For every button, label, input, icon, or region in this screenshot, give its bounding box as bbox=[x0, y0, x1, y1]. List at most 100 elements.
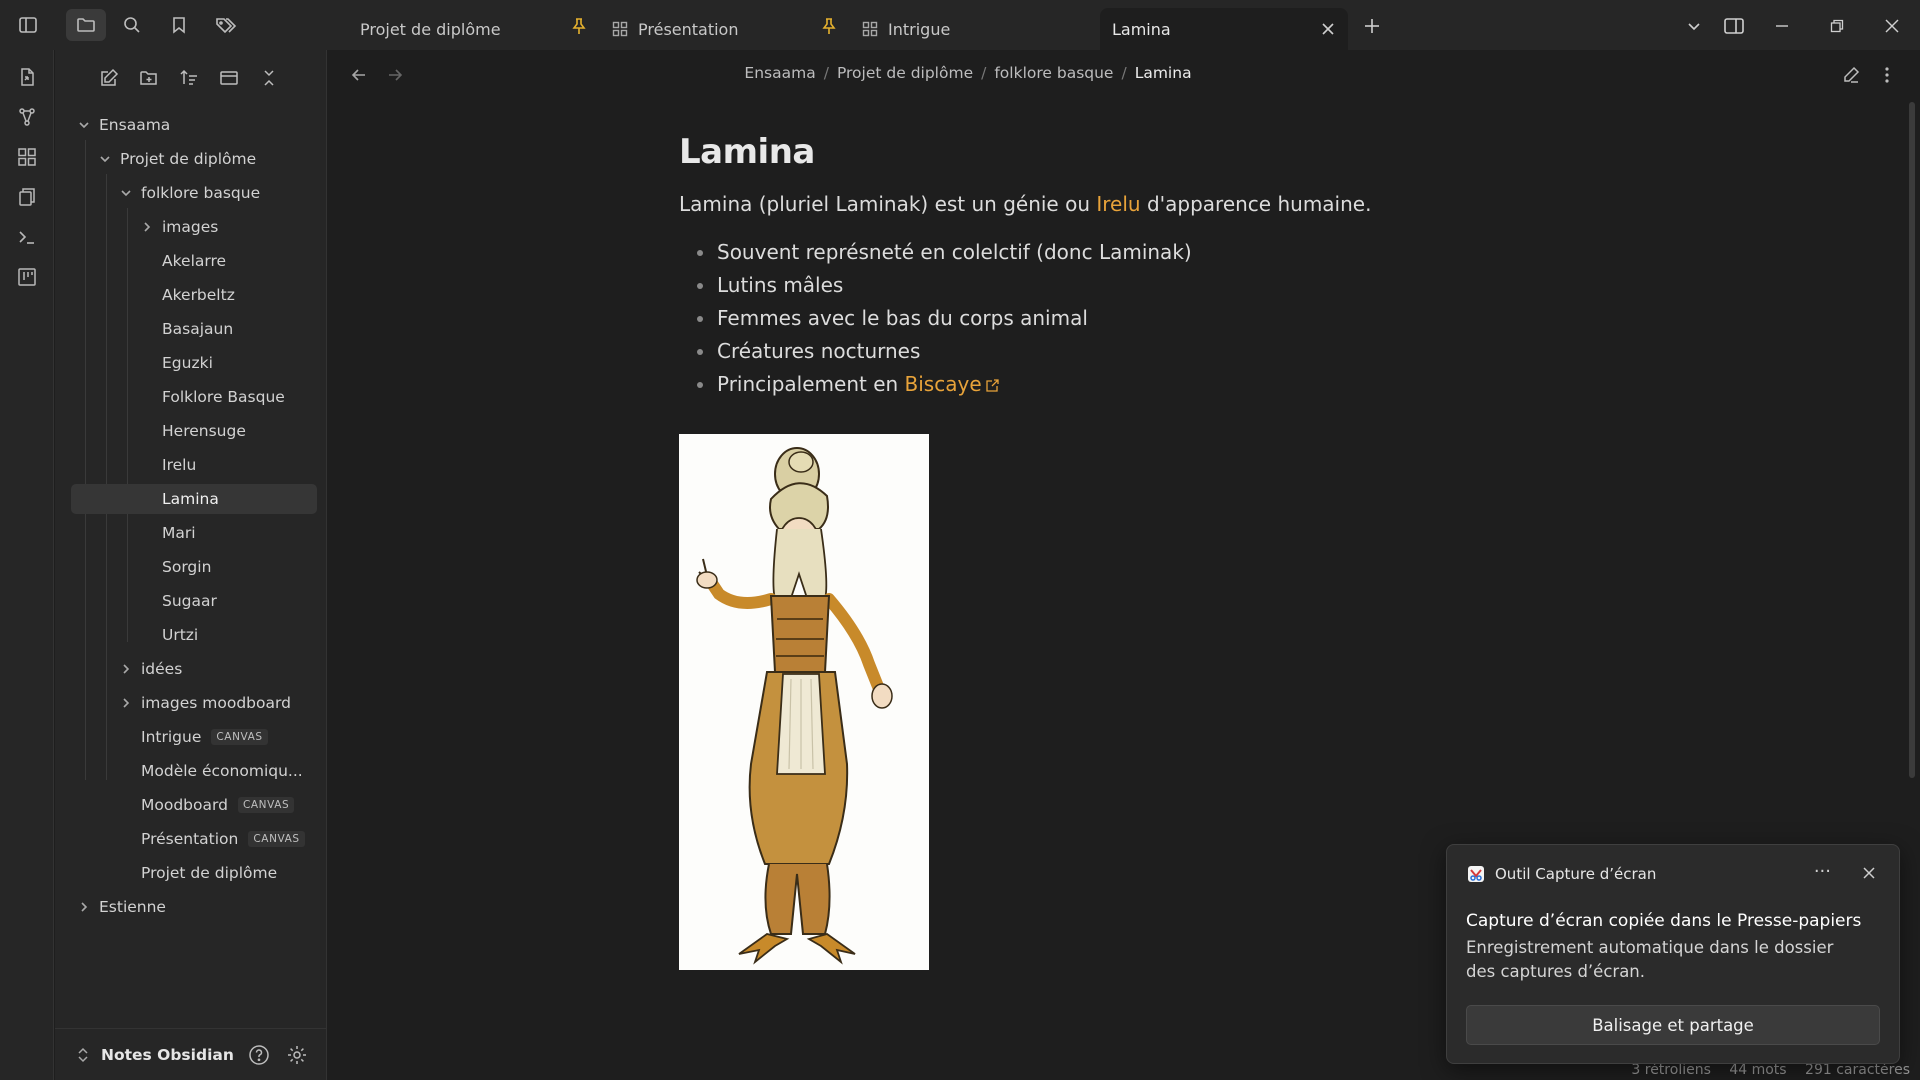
tree-file[interactable]: Akelarre bbox=[162, 246, 317, 276]
toast-title: Capture d’écran copiée dans le Presse-pa… bbox=[1466, 911, 1862, 931]
tree-folder-estienne[interactable]: Estienne bbox=[77, 892, 317, 922]
graph-view-icon[interactable] bbox=[14, 104, 40, 130]
tree-file[interactable]: Sugaar bbox=[162, 586, 317, 616]
chevron-down-icon bbox=[121, 190, 131, 197]
note-title: Lamina bbox=[679, 132, 815, 172]
tree-label: Eguzki bbox=[162, 354, 213, 372]
command-palette-icon[interactable] bbox=[14, 224, 40, 250]
explorer-toolbar bbox=[95, 64, 283, 92]
restore-icon[interactable] bbox=[1823, 12, 1851, 40]
settings-gear-icon[interactable] bbox=[285, 1043, 309, 1067]
obsidian-window: Projet de diplôme Présentation Intrigue … bbox=[0, 0, 1920, 1080]
tree-folder-projet[interactable]: Projet de diplôme bbox=[98, 144, 317, 174]
sort-icon[interactable] bbox=[175, 64, 203, 92]
lamina-figure-drawing bbox=[696, 447, 893, 965]
tree-file[interactable]: Herensuge bbox=[162, 416, 317, 446]
toast-more-options-icon[interactable]: ··· bbox=[1814, 861, 1831, 882]
status-bar: 3 rétroliens 44 mots 291 caractères bbox=[1617, 1062, 1910, 1078]
new-folder-icon[interactable] bbox=[135, 64, 163, 92]
note-intro: Lamina (pluriel Laminak) est un génie ou… bbox=[679, 192, 1579, 216]
external-link-biscaye[interactable]: Biscaye bbox=[905, 372, 982, 396]
tree-file-presentation[interactable]: Présentation CANVAS bbox=[141, 824, 317, 854]
internal-link-irelu[interactable]: Irelu bbox=[1096, 192, 1140, 216]
tree-folder-images-moodboard[interactable]: images moodboard bbox=[119, 688, 317, 718]
toggle-right-sidebar-icon[interactable] bbox=[1720, 12, 1748, 40]
toast-body: Enregistrement automatique dans le dossi… bbox=[1466, 938, 1834, 981]
more-options-icon[interactable] bbox=[1874, 62, 1900, 88]
tree-file[interactable]: Urtzi bbox=[162, 620, 317, 650]
breadcrumb-item[interactable]: Projet de diplôme bbox=[837, 64, 973, 82]
breadcrumb-item[interactable]: folklore basque bbox=[994, 64, 1113, 82]
tree-file-selected[interactable]: Lamina bbox=[71, 484, 317, 514]
files-icon[interactable] bbox=[66, 9, 106, 41]
vault-switcher[interactable]: Notes Obsidian bbox=[55, 1028, 327, 1080]
help-icon[interactable] bbox=[247, 1043, 271, 1067]
tree-file[interactable]: Sorgin bbox=[162, 552, 317, 582]
tree-file-intrigue[interactable]: Intrigue CANVAS bbox=[141, 722, 317, 752]
tree-file[interactable]: Irelu bbox=[162, 450, 317, 480]
tree-label: Herensuge bbox=[162, 422, 246, 440]
editor-scrollbar[interactable] bbox=[1909, 102, 1915, 778]
canvas-badge: CANVAS bbox=[237, 797, 295, 813]
tree-file[interactable]: Folklore Basque bbox=[162, 382, 317, 412]
tab-intrigue[interactable]: Intrigue bbox=[862, 8, 1082, 50]
tree-file-moodboard[interactable]: Moodboard CANVAS bbox=[141, 790, 317, 820]
toast-close-icon[interactable] bbox=[1861, 865, 1877, 881]
tree-label: images bbox=[162, 218, 219, 236]
markup-and-share-button[interactable]: Balisage et partage bbox=[1466, 1005, 1880, 1045]
list-item: Principalement en Biscaye bbox=[679, 368, 1579, 401]
tree-folder-ensaama[interactable]: Ensaama bbox=[77, 110, 317, 140]
tree-file[interactable]: Mari bbox=[162, 518, 317, 548]
open-switcher-icon[interactable] bbox=[14, 64, 40, 90]
tree-folder-idees[interactable]: idées bbox=[119, 654, 317, 684]
templates-icon[interactable] bbox=[14, 184, 40, 210]
tab-list-chevron-down-icon[interactable] bbox=[1680, 12, 1708, 40]
tree-label: Akerbeltz bbox=[162, 286, 235, 304]
canvas-icon bbox=[862, 21, 878, 37]
breadcrumb: Ensaama / Projet de diplôme / folklore basqu… bbox=[744, 64, 1192, 82]
breadcrumb-current[interactable]: Lamina bbox=[1135, 64, 1192, 82]
tab-projet-de-diplome[interactable]: Projet de diplôme bbox=[360, 8, 560, 50]
tags-icon[interactable] bbox=[210, 9, 242, 41]
close-window-icon[interactable] bbox=[1878, 12, 1906, 40]
status-backlinks[interactable]: 3 rétroliens bbox=[1631, 1062, 1710, 1078]
tree-label: Présentation bbox=[141, 830, 239, 848]
collapse-icon[interactable] bbox=[215, 64, 243, 92]
chevron-down-icon bbox=[79, 122, 89, 129]
kanban-icon[interactable] bbox=[14, 264, 40, 290]
tree-folder-folklore[interactable]: folklore basque bbox=[119, 178, 317, 208]
tree-label: Sorgin bbox=[162, 558, 212, 576]
collapse-all-icon[interactable] bbox=[255, 64, 283, 92]
new-note-icon[interactable] bbox=[95, 64, 123, 92]
pin-icon[interactable] bbox=[821, 17, 837, 35]
tree-file-projet[interactable]: Projet de diplôme bbox=[141, 858, 317, 888]
breadcrumb-item[interactable]: Ensaama bbox=[744, 64, 815, 82]
tree-label: Projet de diplôme bbox=[120, 150, 257, 168]
tree-file[interactable]: Akerbeltz bbox=[162, 280, 317, 310]
toggle-sidebar-icon[interactable] bbox=[12, 9, 44, 41]
close-tab-icon[interactable] bbox=[1320, 21, 1336, 37]
canvas-icon[interactable] bbox=[14, 144, 40, 170]
tree-label: idées bbox=[141, 660, 183, 678]
tree-label: Basajaun bbox=[162, 320, 234, 338]
tab-lamina[interactable]: Lamina bbox=[1100, 8, 1348, 50]
edit-pencil-icon[interactable] bbox=[1838, 62, 1864, 88]
tab-presentation[interactable]: Présentation bbox=[612, 8, 812, 50]
tab-label: Projet de diplôme bbox=[360, 19, 501, 39]
bookmark-icon[interactable] bbox=[163, 9, 195, 41]
canvas-icon bbox=[612, 21, 628, 37]
minimize-icon[interactable] bbox=[1768, 12, 1796, 40]
ribbon bbox=[0, 50, 54, 1080]
canvas-badge: CANVAS bbox=[211, 729, 268, 745]
tab-label: Présentation bbox=[638, 19, 739, 39]
new-tab-icon[interactable] bbox=[1358, 12, 1386, 40]
search-icon[interactable] bbox=[116, 9, 148, 41]
list-item: Lutins mâles bbox=[679, 269, 1579, 302]
snipping-tool-notification[interactable]: Outil Capture d’écran ··· Capture d’écra… bbox=[1446, 844, 1900, 1064]
tree-label: Folklore Basque bbox=[162, 388, 285, 406]
tree-folder-images[interactable]: images bbox=[140, 212, 317, 242]
tree-file[interactable]: Eguzki bbox=[162, 348, 317, 378]
tree-file[interactable]: Basajaun bbox=[162, 314, 317, 344]
tree-file-modele[interactable]: Modèle économiqu... bbox=[141, 756, 317, 786]
pin-icon[interactable] bbox=[571, 17, 587, 35]
